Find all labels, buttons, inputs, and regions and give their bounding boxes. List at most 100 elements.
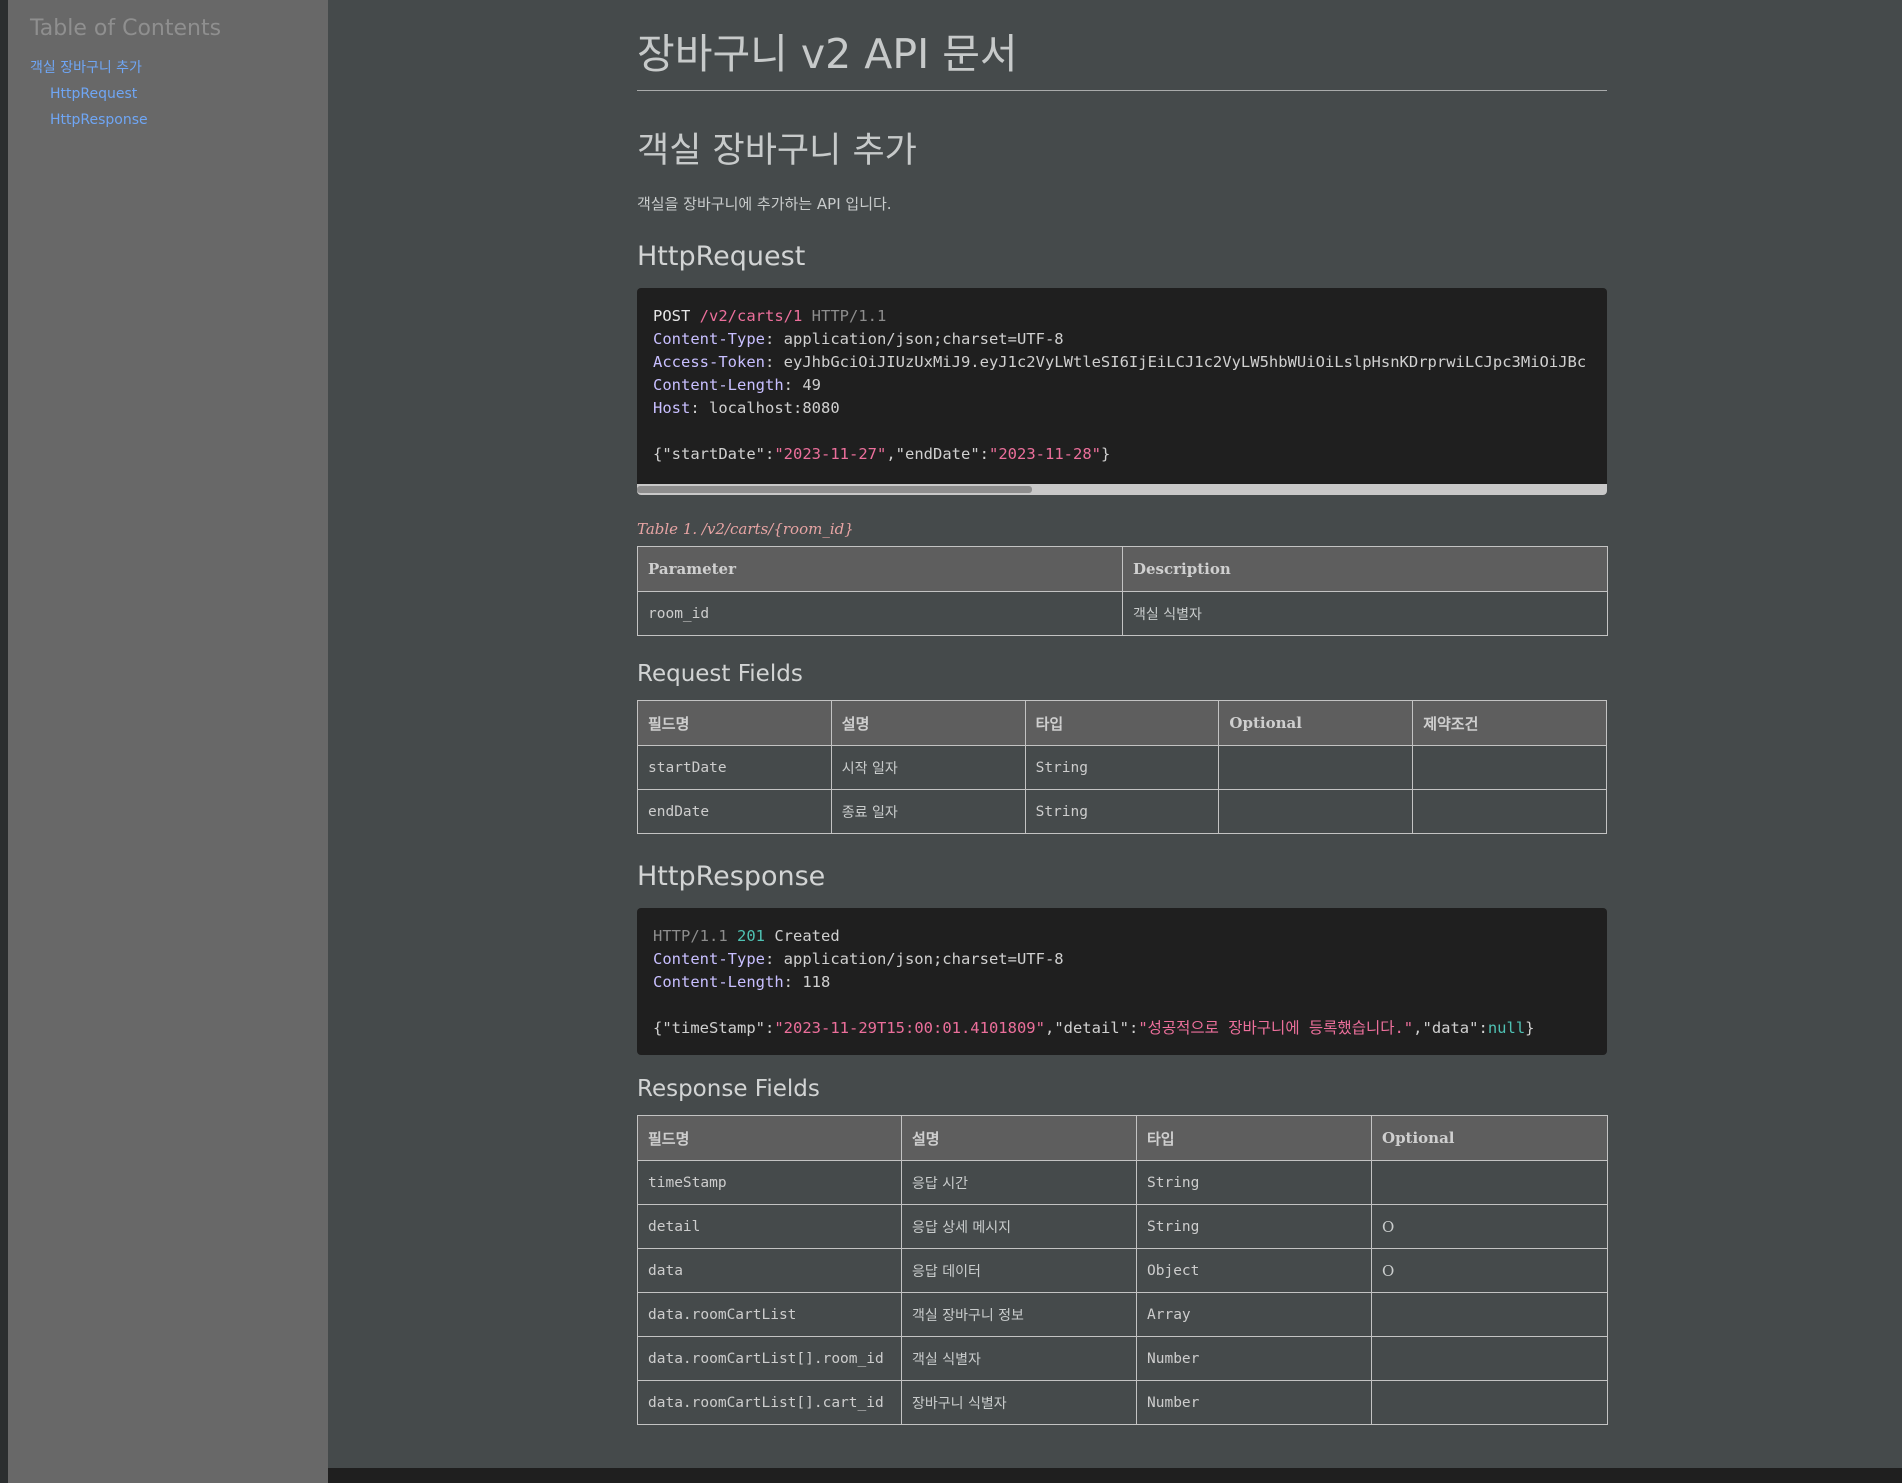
response-fields-heading: Response Fields — [637, 1076, 820, 1102]
field-description: 응답 시간 — [901, 1160, 1137, 1205]
header-value: eyJhbGciOiJIUzUxMiJ9.eyJ1c2VyLWtleSI6IjE… — [783, 353, 1587, 371]
param-name: room_id — [637, 591, 1123, 636]
document-content: 장바구니 v2 API 문서 객실 장바구니 추가 객실을 장바구니에 추가하는… — [637, 28, 1608, 1425]
field-description: 응답 상세 메시지 — [901, 1204, 1137, 1249]
column-header: 설명 — [830, 700, 1026, 746]
request-fields-table: 필드명 설명 타입 Optional 제약조건 startDate 시작 일자 … — [637, 700, 1607, 834]
table-row: endDate 종료 일자 String — [637, 789, 1607, 834]
table-row: data.roomCartList[].room_id 객실 식별자 Numbe… — [637, 1336, 1608, 1381]
field-type: String — [1024, 745, 1220, 790]
header-name: Content-Type — [653, 950, 765, 968]
http-response-code-block[interactable]: HTTP/1.1 201 Created Content-Type: applic… — [637, 908, 1607, 1055]
column-header: 필드명 — [637, 1115, 902, 1161]
response-fields-table: 필드명 설명 타입 Optional timeStamp 응답 시간 Strin… — [637, 1115, 1608, 1425]
response-status-code: 201 — [737, 927, 765, 945]
window-edge — [0, 0, 8, 1483]
field-type: String — [1136, 1160, 1372, 1205]
field-optional: O — [1371, 1248, 1608, 1293]
header-value: 49 — [802, 376, 821, 394]
field-optional — [1218, 789, 1414, 834]
field-optional — [1371, 1380, 1608, 1425]
field-name: data.roomCartList[].cart_id — [637, 1380, 902, 1425]
field-name: timeStamp — [637, 1160, 902, 1205]
field-optional — [1371, 1292, 1608, 1337]
field-description: 시작 일자 — [830, 745, 1026, 790]
field-name: data — [637, 1248, 902, 1293]
column-header: 타입 — [1024, 700, 1220, 746]
json-null: null — [1487, 1019, 1526, 1037]
request-method: POST — [653, 307, 691, 325]
field-type: Number — [1136, 1336, 1372, 1381]
field-description: 객실 장바구니 정보 — [901, 1292, 1137, 1337]
request-path: /v2/carts/1 — [699, 307, 803, 325]
page-title: 장바구니 v2 API 문서 — [637, 28, 1607, 91]
section-intro: 객실을 장바구니에 추가하는 API 입니다. — [637, 195, 892, 213]
header-name: Content-Length — [653, 376, 784, 394]
table-of-contents: Table of Contents 객실 장바구니 추가 HttpRequest… — [8, 0, 328, 1483]
field-description: 장바구니 식별자 — [901, 1380, 1137, 1425]
toc-link-http-request[interactable]: HttpRequest — [30, 81, 328, 107]
table-row: startDate 시작 일자 String — [637, 745, 1607, 790]
column-header: Optional — [1218, 700, 1414, 746]
field-name: data.roomCartList — [637, 1292, 902, 1337]
header-name: Content-Type — [653, 330, 765, 348]
field-type: Array — [1136, 1292, 1372, 1337]
json-string: "성공적으로 장바구니에 등록했습니다." — [1138, 1019, 1414, 1037]
field-name: detail — [637, 1204, 902, 1249]
table-caption: Table 1. /v2/carts/{room_id} — [637, 520, 854, 538]
header-value: 118 — [802, 973, 831, 991]
header-value: localhost:8080 — [709, 399, 840, 417]
scrollbar-thumb[interactable] — [637, 486, 1032, 493]
http-response-heading: HttpResponse — [637, 861, 826, 892]
header-value: application/json;charset=UTF-8 — [783, 950, 1064, 968]
json-string: "2023-11-28" — [989, 445, 1101, 463]
table-row: detail 응답 상세 메시지 String O — [637, 1204, 1608, 1249]
field-optional — [1371, 1160, 1608, 1205]
toc-title: Table of Contents — [30, 16, 222, 41]
column-header: Description — [1122, 546, 1608, 592]
json-brace: } — [1525, 1019, 1535, 1037]
path-parameters-table: Parameter Description room_id 객실 식별자 — [637, 546, 1608, 636]
json-string: "2023-11-29T15:00:01.4101809" — [774, 1019, 1045, 1037]
column-header: 설명 — [901, 1115, 1137, 1161]
http-request-code-block[interactable]: POST /v2/carts/1 HTTP/1.1 Content-Type: a… — [637, 288, 1607, 495]
field-constraint — [1412, 745, 1607, 790]
table-row: room_id 객실 식별자 — [637, 591, 1608, 636]
section-title: 객실 장바구니 추가 — [637, 131, 917, 171]
json-key: "data" — [1422, 1019, 1479, 1037]
header-value: application/json;charset=UTF-8 — [783, 330, 1064, 348]
response-status-text: Created — [774, 927, 840, 945]
json-key: "detail" — [1054, 1019, 1129, 1037]
horizontal-scrollbar[interactable] — [637, 484, 1607, 495]
field-type: Object — [1136, 1248, 1372, 1293]
field-constraint — [1412, 789, 1607, 834]
toc-link-http-response[interactable]: HttpResponse — [30, 107, 328, 133]
field-description: 종료 일자 — [830, 789, 1026, 834]
column-header: Parameter — [637, 546, 1123, 592]
json-key: "endDate" — [895, 445, 980, 463]
response-protocol: HTTP/1.1 — [653, 927, 728, 945]
field-name: endDate — [637, 789, 832, 834]
field-optional — [1371, 1336, 1608, 1381]
json-key: "startDate" — [662, 445, 765, 463]
toc-link-add-room-cart[interactable]: 객실 장바구니 추가 — [30, 55, 328, 81]
header-name: Host — [653, 399, 691, 417]
field-type: String — [1136, 1204, 1372, 1249]
field-type: Number — [1136, 1380, 1372, 1425]
request-fields-heading: Request Fields — [637, 661, 803, 687]
field-description: 응답 데이터 — [901, 1248, 1137, 1293]
table-row: data.roomCartList[].cart_id 장바구니 식별자 Num… — [637, 1380, 1608, 1425]
field-optional: O — [1371, 1204, 1608, 1249]
column-header: 제약조건 — [1412, 700, 1607, 746]
json-key: "timeStamp" — [662, 1019, 765, 1037]
field-description: 객실 식별자 — [901, 1336, 1137, 1381]
json-brace: { — [653, 445, 663, 463]
column-header: 필드명 — [637, 700, 832, 746]
json-brace: } — [1101, 445, 1111, 463]
param-description: 객실 식별자 — [1122, 591, 1608, 636]
field-optional — [1218, 745, 1414, 790]
field-type: String — [1024, 789, 1220, 834]
table-row: data.roomCartList 객실 장바구니 정보 Array — [637, 1292, 1608, 1337]
field-name: startDate — [637, 745, 832, 790]
json-brace: { — [653, 1019, 663, 1037]
